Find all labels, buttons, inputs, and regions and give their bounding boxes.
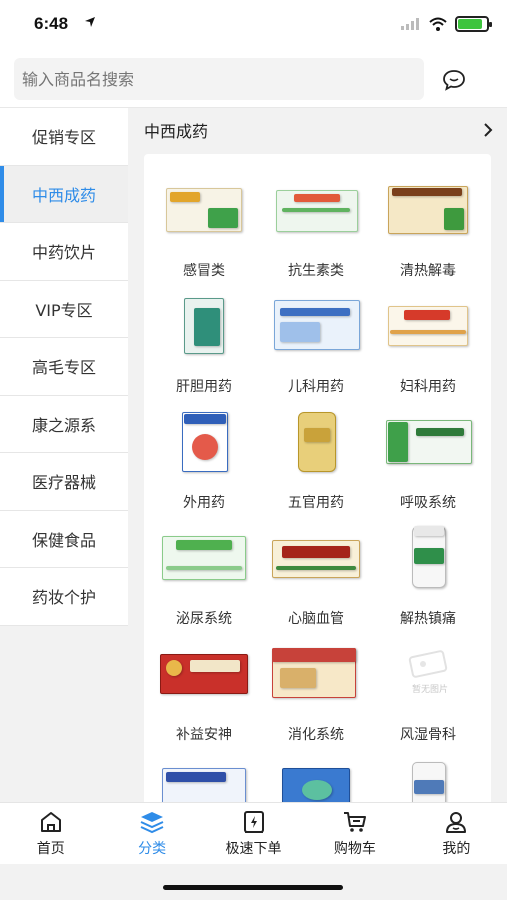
product-image	[160, 294, 248, 356]
category-pediatrics[interactable]: 儿科用药	[260, 280, 372, 396]
category-digestive[interactable]: 消化系统	[260, 628, 372, 744]
category-respiratory[interactable]: 呼吸系统	[372, 396, 484, 512]
product-image	[160, 410, 248, 472]
chevron-right-icon	[484, 123, 493, 137]
tab-category[interactable]: 分类	[101, 803, 202, 864]
category-antipyretic[interactable]: 解热镇痛	[372, 512, 484, 628]
category-grid: 感冒类 抗生素类 清热解毒 肝胆用药 儿科用药 妇科用药 外用药 五官用药 呼吸…	[144, 164, 491, 802]
location-arrow-icon	[85, 17, 95, 27]
home-indicator[interactable]	[163, 885, 343, 890]
category-liver-gallbladder[interactable]: 肝胆用药	[148, 280, 260, 396]
status-icons	[401, 16, 492, 32]
sidebar-item-western-chinese-medicine[interactable]: 中西成药	[0, 165, 128, 223]
no-image-text: 暂无图片	[412, 685, 449, 695]
user-icon	[446, 812, 467, 833]
category-item-17[interactable]	[260, 744, 372, 802]
status-time: 6:48	[34, 14, 69, 33]
product-image-placeholder: 暂无图片	[384, 642, 472, 704]
sidebar-item-health-food[interactable]: 保健食品	[0, 510, 128, 568]
category-item-18[interactable]	[372, 744, 484, 802]
category-urinary[interactable]: 泌尿系统	[148, 512, 260, 628]
section-header[interactable]: 中西成药	[128, 108, 507, 152]
product-image	[384, 526, 472, 588]
home-icon	[40, 812, 61, 832]
section-title: 中西成药	[144, 122, 209, 141]
product-image	[272, 642, 360, 704]
product-image	[160, 642, 248, 704]
product-image	[272, 758, 360, 802]
category-ent[interactable]: 五官用药	[260, 396, 372, 512]
category-sidebar: 促销专区 中西成药 中药饮片 VIP专区 高毛专区 康之源系 医疗器械 保健食品…	[0, 108, 128, 626]
message-button[interactable]	[438, 64, 470, 96]
status-bar: 6:48	[0, 0, 507, 50]
category-card: 感冒类 抗生素类 清热解毒 肝胆用药 儿科用药 妇科用药 外用药 五官用药 呼吸…	[144, 154, 491, 802]
product-image	[272, 178, 360, 240]
wifi-icon	[429, 17, 447, 31]
tab-profile[interactable]: 我的	[406, 803, 507, 864]
sidebar-item-cosmetics-care[interactable]: 药妆个护	[0, 568, 128, 626]
sidebar-item-kangzhiyuan[interactable]: 康之源系	[0, 395, 128, 453]
category-rheumatism[interactable]: 暂无图片 风湿骨科	[372, 628, 484, 744]
product-image	[160, 178, 248, 240]
tab-cart[interactable]: 购物车	[304, 803, 405, 864]
sidebar-item-promotion[interactable]: 促销专区	[0, 108, 128, 166]
sidebar-item-vip[interactable]: VIP专区	[0, 280, 128, 338]
product-image	[384, 294, 472, 356]
product-image	[160, 526, 248, 588]
sidebar-item-medical-devices[interactable]: 医疗器械	[0, 453, 128, 511]
signal-icon	[401, 18, 419, 30]
category-antibiotics[interactable]: 抗生素类	[260, 164, 372, 280]
sidebar-item-high-margin[interactable]: 高毛专区	[0, 338, 128, 396]
main-panel: 中西成药 感冒类 抗生素类 清热解毒 肝胆用药 儿科用药 妇科用药 外用药 五官…	[128, 108, 507, 802]
category-tonic-sedative[interactable]: 补益安神	[148, 628, 260, 744]
product-image	[384, 758, 472, 802]
category-item-16[interactable]	[148, 744, 260, 802]
lightning-order-icon	[243, 811, 264, 833]
layers-icon	[140, 812, 164, 834]
no-image-icon	[408, 650, 448, 678]
sidebar-item-herbal-slices[interactable]: 中药饮片	[0, 223, 128, 281]
product-image	[272, 294, 360, 356]
category-cardio[interactable]: 心脑血管	[260, 512, 372, 628]
search-input[interactable]	[14, 58, 424, 100]
product-image	[272, 526, 360, 588]
product-image	[160, 758, 248, 802]
category-cold[interactable]: 感冒类	[148, 164, 260, 280]
category-gynecology[interactable]: 妇科用药	[372, 280, 484, 396]
search-bar	[0, 50, 507, 108]
tab-quick-order[interactable]: 极速下单	[203, 803, 304, 864]
tab-home[interactable]: 首页	[0, 803, 101, 864]
product-image	[272, 410, 360, 472]
battery-icon	[455, 16, 492, 32]
category-external[interactable]: 外用药	[148, 396, 260, 512]
category-heat-detox[interactable]: 清热解毒	[372, 164, 484, 280]
product-image	[384, 410, 472, 472]
product-image	[384, 178, 472, 240]
bottom-tab-bar: 首页 分类 极速下单 购物车 我的	[0, 802, 507, 864]
chat-bubble-icon	[443, 70, 465, 91]
cart-icon	[343, 812, 366, 832]
